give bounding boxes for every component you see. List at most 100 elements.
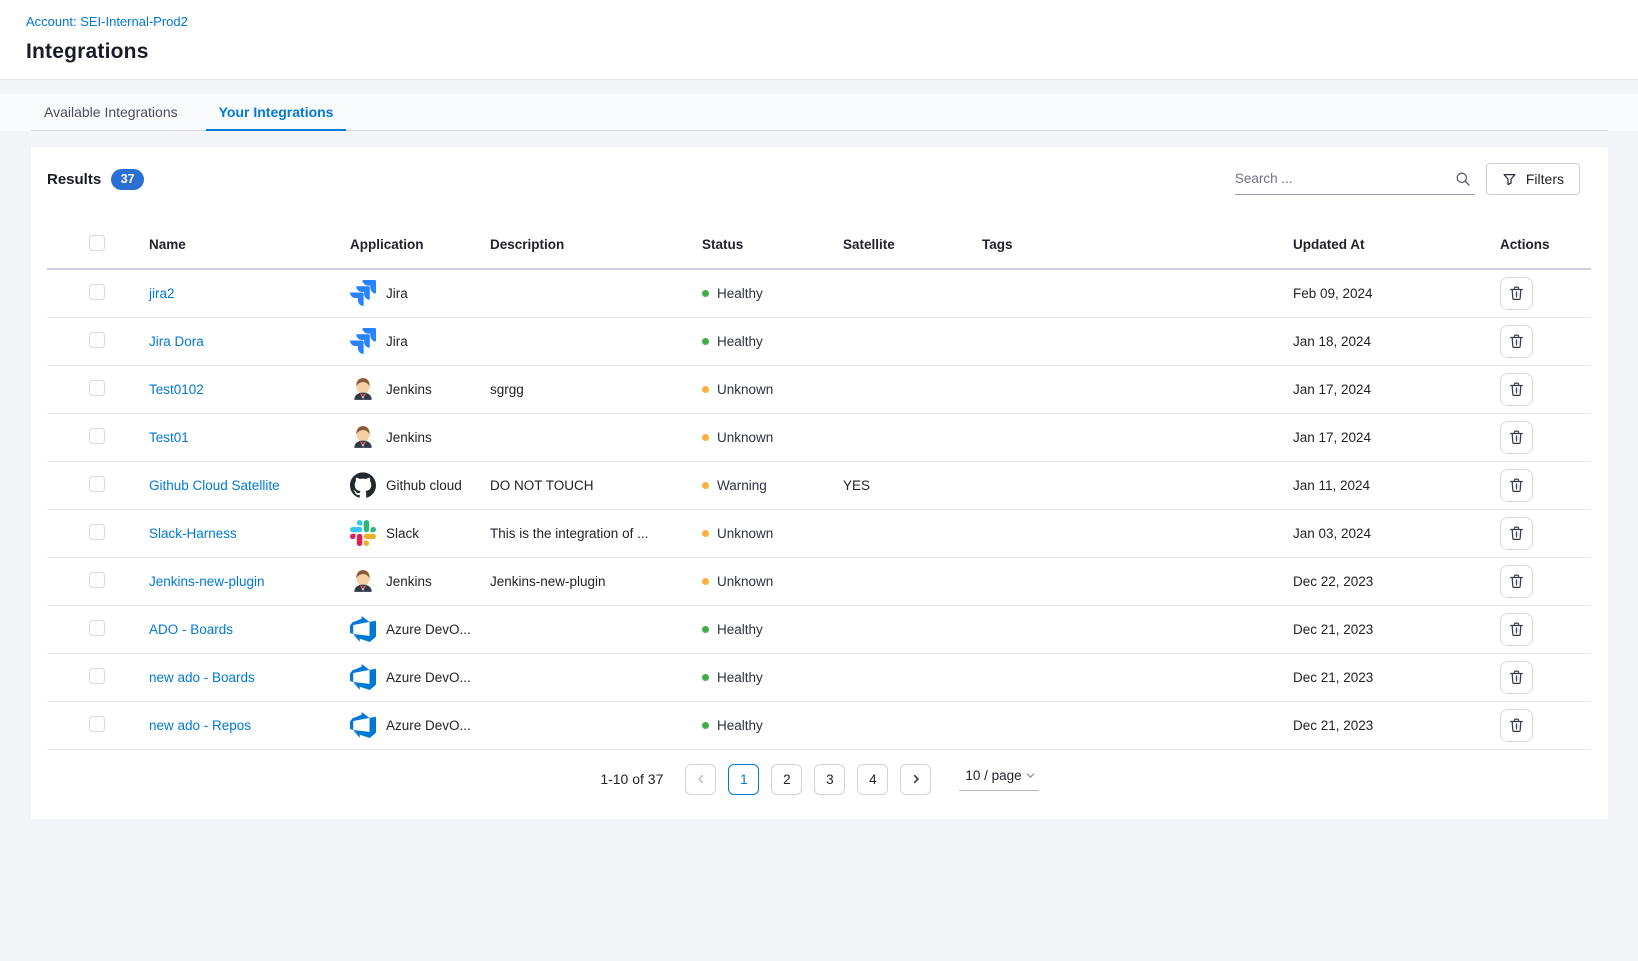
table-row: Slack-Harness Slack This is the integrat… bbox=[47, 509, 1591, 557]
status-label: Unknown bbox=[717, 430, 773, 445]
trash-icon bbox=[1509, 669, 1524, 685]
trash-icon bbox=[1509, 573, 1524, 589]
chevron-down-icon bbox=[1025, 770, 1036, 781]
status-label: Healthy bbox=[717, 622, 763, 637]
page-button-3[interactable]: 3 bbox=[814, 764, 845, 795]
results-count-badge: 37 bbox=[111, 169, 144, 190]
row-checkbox[interactable] bbox=[89, 332, 105, 348]
integration-name-link[interactable]: ADO - Boards bbox=[149, 622, 233, 637]
row-checkbox[interactable] bbox=[89, 668, 105, 684]
updated-at-value: Feb 09, 2024 bbox=[1293, 286, 1373, 301]
row-checkbox[interactable] bbox=[89, 476, 105, 492]
table-body: jira2 Jira Healthy Feb 09, 2024 Jira Dor… bbox=[47, 269, 1591, 749]
delete-button[interactable] bbox=[1500, 421, 1533, 454]
trash-icon bbox=[1509, 429, 1524, 445]
page-button-1[interactable]: 1 bbox=[728, 764, 759, 795]
integration-name-link[interactable]: Slack-Harness bbox=[149, 526, 237, 541]
integration-name-link[interactable]: Test01 bbox=[149, 430, 189, 445]
status-dot bbox=[702, 386, 709, 393]
page-button-4[interactable]: 4 bbox=[857, 764, 888, 795]
status-label: Unknown bbox=[717, 574, 773, 589]
delete-button[interactable] bbox=[1500, 661, 1533, 694]
azure-devops-icon bbox=[350, 616, 376, 642]
integration-name-link[interactable]: jira2 bbox=[149, 286, 175, 301]
table-row: jira2 Jira Healthy Feb 09, 2024 bbox=[47, 269, 1591, 317]
tab-available-integrations[interactable]: Available Integrations bbox=[31, 94, 191, 131]
jira-icon bbox=[350, 328, 376, 354]
page-buttons: 1234 bbox=[728, 764, 888, 795]
column-header-status: Status bbox=[686, 221, 827, 269]
delete-button[interactable] bbox=[1500, 517, 1533, 550]
jenkins-icon bbox=[350, 424, 376, 450]
application-label: Jenkins bbox=[386, 574, 432, 589]
page-size-label: 10 / page bbox=[965, 768, 1021, 783]
next-page-button[interactable] bbox=[900, 764, 931, 795]
status-dot bbox=[702, 530, 709, 537]
row-checkbox[interactable] bbox=[89, 428, 105, 444]
delete-button[interactable] bbox=[1500, 709, 1533, 742]
row-checkbox[interactable] bbox=[89, 572, 105, 588]
application-label: Github cloud bbox=[386, 478, 462, 493]
status-dot bbox=[702, 578, 709, 585]
table-row: ADO - Boards Azure DevO... Healthy Dec 2… bbox=[47, 605, 1591, 653]
integration-name-link[interactable]: Jenkins-new-plugin bbox=[149, 574, 265, 589]
updated-at-value: Jan 17, 2024 bbox=[1293, 382, 1371, 397]
description-text: Jenkins-new-plugin bbox=[490, 574, 606, 589]
application-label: Jira bbox=[386, 334, 408, 349]
filter-icon bbox=[1502, 172, 1517, 187]
delete-button[interactable] bbox=[1500, 469, 1533, 502]
table-row: new ado - Boards Azure DevO... Healthy D… bbox=[47, 653, 1591, 701]
azure-devops-icon bbox=[350, 712, 376, 738]
page-button-2[interactable]: 2 bbox=[771, 764, 802, 795]
status-dot bbox=[702, 722, 709, 729]
updated-at-value: Jan 03, 2024 bbox=[1293, 526, 1371, 541]
search-input[interactable] bbox=[1235, 171, 1455, 186]
prev-page-button[interactable] bbox=[685, 764, 716, 795]
updated-at-value: Jan 17, 2024 bbox=[1293, 430, 1371, 445]
integration-name-link[interactable]: new ado - Boards bbox=[149, 670, 255, 685]
application-label: Azure DevO... bbox=[386, 622, 471, 637]
integration-name-link[interactable]: Test0102 bbox=[149, 382, 204, 397]
updated-at-value: Dec 21, 2023 bbox=[1293, 670, 1373, 685]
updated-at-value: Jan 11, 2024 bbox=[1293, 478, 1370, 493]
description-text: DO NOT TOUCH bbox=[490, 478, 594, 493]
status-dot bbox=[702, 674, 709, 681]
updated-at-value: Dec 21, 2023 bbox=[1293, 718, 1373, 733]
table-row: Jenkins-new-plugin Jenkins Jenkins-new-p… bbox=[47, 557, 1591, 605]
delete-button[interactable] bbox=[1500, 277, 1533, 310]
account-link[interactable]: Account: SEI-Internal-Prod2 bbox=[26, 14, 188, 29]
page-size-select[interactable]: 10 / page bbox=[959, 768, 1038, 791]
status-dot bbox=[702, 434, 709, 441]
trash-icon bbox=[1509, 621, 1524, 637]
trash-icon bbox=[1509, 285, 1524, 301]
column-header-application: Application bbox=[334, 221, 474, 269]
delete-button[interactable] bbox=[1500, 613, 1533, 646]
table-header-row: Name Application Description Status Sate… bbox=[47, 221, 1591, 269]
row-checkbox[interactable] bbox=[89, 284, 105, 300]
integration-name-link[interactable]: Jira Dora bbox=[149, 334, 204, 349]
integration-name-link[interactable]: Github Cloud Satellite bbox=[149, 478, 280, 493]
search-icon bbox=[1455, 171, 1471, 187]
column-header-actions: Actions bbox=[1484, 221, 1591, 269]
table-row: Jira Dora Jira Healthy Jan 18, 2024 bbox=[47, 317, 1591, 365]
application-label: Jenkins bbox=[386, 382, 432, 397]
jenkins-icon bbox=[350, 568, 376, 594]
chevron-right-icon bbox=[910, 773, 922, 785]
filters-button[interactable]: Filters bbox=[1486, 163, 1580, 195]
status-label: Healthy bbox=[717, 334, 763, 349]
tab-your-integrations[interactable]: Your Integrations bbox=[206, 94, 347, 131]
row-checkbox[interactable] bbox=[89, 380, 105, 396]
delete-button[interactable] bbox=[1500, 373, 1533, 406]
delete-button[interactable] bbox=[1500, 565, 1533, 598]
jenkins-icon bbox=[350, 376, 376, 402]
row-checkbox[interactable] bbox=[89, 524, 105, 540]
integration-name-link[interactable]: new ado - Repos bbox=[149, 718, 251, 733]
status-label: Warning bbox=[717, 478, 767, 493]
row-checkbox[interactable] bbox=[89, 716, 105, 732]
status-dot bbox=[702, 482, 709, 489]
pagination: 1-10 of 37 1234 10 / page bbox=[47, 764, 1592, 795]
delete-button[interactable] bbox=[1500, 325, 1533, 358]
select-all-checkbox[interactable] bbox=[89, 235, 105, 251]
row-checkbox[interactable] bbox=[89, 620, 105, 636]
chevron-left-icon bbox=[695, 773, 707, 785]
